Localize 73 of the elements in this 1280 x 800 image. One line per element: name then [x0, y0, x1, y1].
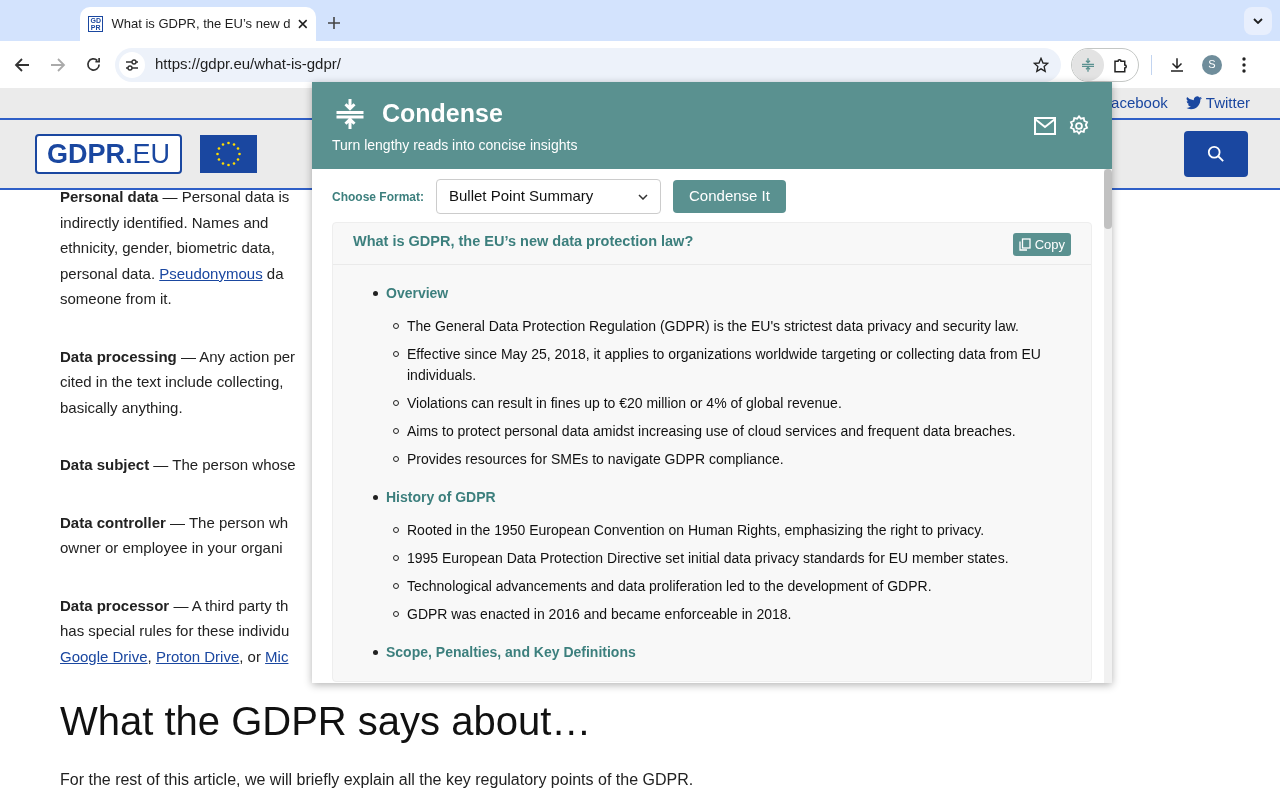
close-icon[interactable]	[298, 19, 308, 29]
paragraph-text: , or	[239, 647, 262, 665]
bullet-icon	[373, 495, 378, 500]
summary-point: Aims to protect personal data amidst increasing use of cloud services and frequent data breaches.	[407, 422, 1016, 441]
format-select[interactable]: Bullet Point Summary	[436, 179, 661, 214]
copy-button[interactable]: Copy	[1012, 233, 1071, 256]
download-icon[interactable]	[1168, 55, 1186, 74]
section-title: Scope, Penalties, and Key Definitions	[386, 643, 636, 662]
mail-icon[interactable]	[1034, 116, 1056, 135]
condense-button[interactable]: Condense It	[673, 180, 786, 213]
paragraph-text: someone from it.	[60, 290, 172, 307]
summary-point: Rooted in the 1950 European Convention on Human Rights, emphasizing the right to privacy.	[407, 521, 985, 540]
text-link[interactable]: Pseudonymous	[159, 264, 263, 282]
section-heading: What the GDPR says about…	[60, 698, 593, 745]
summary-point: Violations can result in fines up to €20 million or 4% of global revenue.	[407, 394, 842, 413]
text-link[interactable]: Google Drive	[60, 647, 148, 665]
summary-point: Provides resources for SMEs to navigate GDPR compliance.	[407, 450, 784, 469]
summary-point: Effective since May 25, 2018, it applies to organizations worldwide targeting or collecting data from EU individuals.	[407, 345, 1042, 385]
chevron-down-icon	[638, 193, 648, 200]
search-icon	[1207, 145, 1225, 163]
address-bar[interactable]: https://gdpr.eu/what-is-gdpr/	[115, 47, 1061, 82]
social-link[interactable]: acebook	[1111, 91, 1168, 115]
copy-icon	[1018, 238, 1031, 251]
logo-text: GDPR.EU	[47, 137, 171, 171]
paragraph-text: personal data.	[60, 264, 157, 282]
paragraph-text: indirectly identified. Names and	[60, 213, 269, 231]
paragraph-text: da	[265, 264, 284, 282]
tab-title: What is GDPR, the EU’s new d	[111, 15, 291, 34]
paragraph-text: basically anything.	[60, 398, 183, 416]
bird-icon	[1185, 96, 1202, 110]
condense-extension-button[interactable]	[1072, 48, 1104, 81]
popup-subtitle: Turn lengthy reads into concise insights	[332, 135, 579, 155]
paragraph-text: Data processing — Any action per	[60, 347, 296, 365]
site-info-icon[interactable]	[119, 51, 145, 78]
text-link[interactable]: Proton Drive	[155, 647, 240, 665]
paragraph-text: For the rest of this article, we will briefly explain all the key regulatory points of the GDPR.	[60, 770, 695, 790]
paragraph-text: Data controller — The person wh	[60, 513, 289, 531]
summary-point: Technological advancements and data proliferation led to the development of GDPR.	[407, 577, 932, 596]
settings-icon[interactable]	[1068, 114, 1090, 137]
paragraph-text: ethnicity, gender, biometric data,	[60, 239, 275, 256]
bullet-icon	[373, 650, 378, 655]
chevron-down-icon	[1253, 18, 1263, 24]
summary-point: The General Data Protection Regulation (GDPR) is the EU's strictest data privacy and security law.	[407, 317, 1019, 336]
summary-title: What is GDPR, the EU’s new data protection law?	[353, 232, 694, 251]
url-text: https://gdpr.eu/what-is-gdpr/	[155, 54, 342, 75]
paragraph-text: cited in the text include collecting,	[60, 373, 284, 390]
tab-search-button[interactable]	[1244, 7, 1272, 35]
search-button[interactable]	[1184, 131, 1248, 177]
popup-title: Condense	[382, 98, 503, 130]
paragraph-text: has special rules for these individu	[60, 622, 290, 639]
bullet-icon	[373, 291, 378, 296]
text-link[interactable]: Mic	[265, 647, 289, 665]
format-label: Choose Format:	[332, 188, 424, 206]
condense-icon	[1080, 56, 1096, 73]
menu-icon[interactable]	[1242, 56, 1246, 73]
summary-point: 1995 European Data Protection Directive set initial data privacy standards for EU member states.	[407, 549, 1009, 568]
summary-point: GDPR was enacted in 2016 and became enforceable in 2018.	[407, 605, 792, 624]
social-link[interactable]: Twitter	[1185, 91, 1250, 115]
paragraph-text: Personal data — Personal data is	[60, 188, 290, 205]
scrollbar[interactable]	[1104, 169, 1112, 683]
paragraph-text: ,	[147, 647, 153, 665]
section-title: History of GDPR	[386, 488, 496, 507]
profile-avatar[interactable]: S	[1202, 54, 1222, 75]
site-logo[interactable]: GDPR.EU	[35, 134, 183, 174]
new-tab-icon[interactable]	[328, 17, 340, 29]
flag-icon	[200, 135, 258, 173]
section-title: Overview	[386, 284, 449, 303]
reload-icon[interactable]	[86, 57, 101, 72]
paragraph-text: owner or employee in your organi	[60, 539, 283, 556]
paragraph-text: Data processor — A third party th	[60, 596, 289, 614]
star-icon[interactable]	[1033, 56, 1049, 73]
back-icon[interactable]	[14, 56, 30, 73]
paragraph-text: Data subject — The person whose	[60, 456, 296, 473]
